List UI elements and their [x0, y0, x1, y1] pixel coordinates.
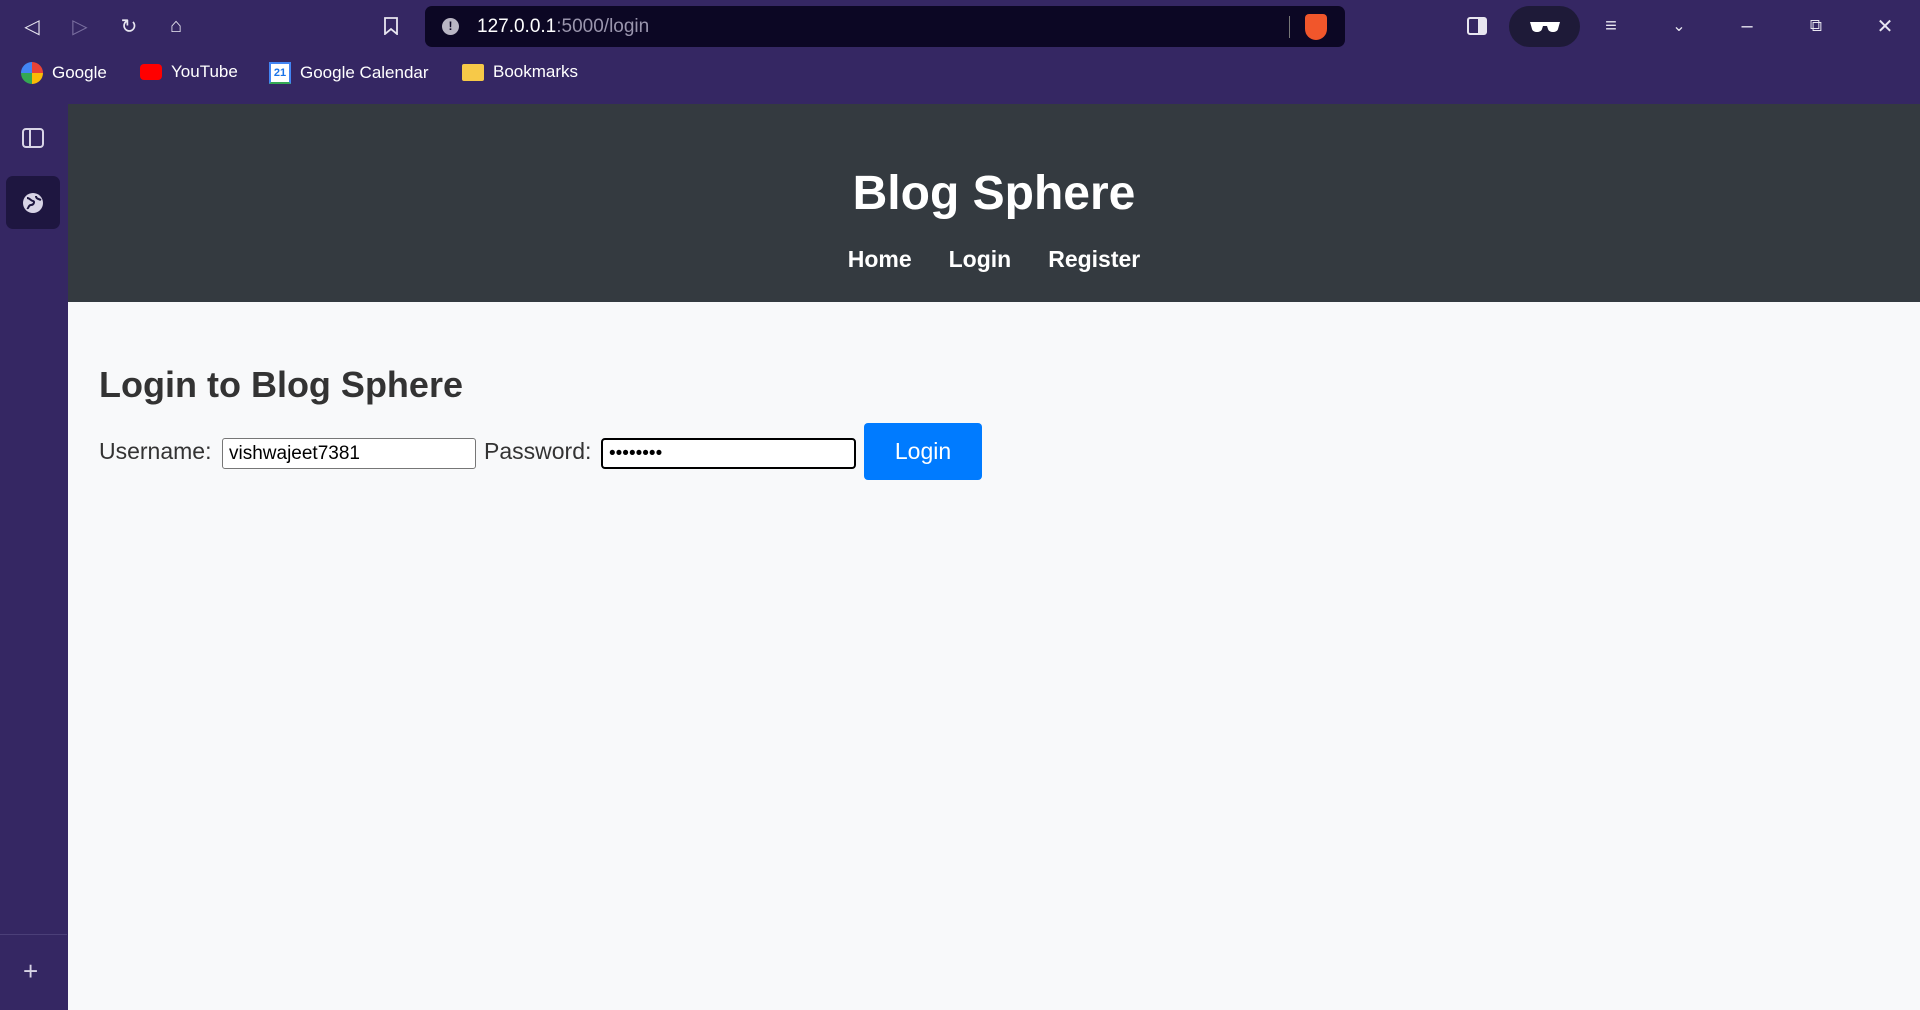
info-icon[interactable]: !	[442, 18, 459, 35]
sidebar-toggle-icon[interactable]	[1465, 14, 1489, 38]
bookmark-label: Google Calendar	[300, 63, 429, 82]
google-icon	[21, 62, 43, 84]
forward-icon[interactable]: ▷	[68, 14, 92, 38]
globe-icon	[23, 193, 43, 213]
tab-search-icon[interactable]: ⌄	[1667, 14, 1691, 38]
brave-shields-icon[interactable]	[1305, 14, 1327, 40]
page-title: Login to Blog Sphere	[99, 364, 463, 405]
back-icon[interactable]: ◁	[20, 14, 44, 38]
bookmark-folder[interactable]: Bookmarks	[462, 62, 578, 82]
password-label: Password:	[484, 438, 592, 464]
bookmark-google[interactable]: Google	[21, 62, 107, 84]
bookmark-youtube[interactable]: YouTube	[140, 62, 238, 82]
browser-sidebar: +	[0, 104, 67, 1010]
username-input[interactable]	[222, 438, 476, 469]
reload-icon[interactable]: ↻	[117, 14, 141, 38]
youtube-icon	[140, 64, 162, 80]
sidebar-item-web[interactable]	[6, 176, 60, 229]
bookmark-google-calendar[interactable]: 21 Google Calendar	[269, 62, 429, 84]
login-button[interactable]: Login	[864, 423, 982, 480]
site-title: Blog Sphere	[852, 167, 1136, 220]
divider	[0, 934, 67, 935]
divider	[1289, 16, 1290, 38]
nav-register[interactable]: Register	[1048, 246, 1140, 273]
restore-icon[interactable]: ⧉	[1804, 14, 1828, 38]
address-bar[interactable]: ! 127.0.0.1:5000/login	[425, 6, 1345, 47]
home-icon[interactable]: ⌂	[164, 14, 188, 38]
site-nav: Home Login Register	[68, 246, 1920, 273]
calendar-icon: 21	[269, 62, 291, 84]
minimize-icon[interactable]: –	[1735, 14, 1759, 38]
bookmark-label: Google	[52, 63, 107, 82]
password-input[interactable]	[601, 438, 856, 469]
sidebar-panel-icon[interactable]	[22, 128, 44, 153]
url-text: 127.0.0.1:5000/login	[477, 16, 650, 37]
nav-home[interactable]: Home	[848, 246, 912, 273]
username-label: Username:	[99, 438, 212, 464]
close-icon[interactable]: ✕	[1873, 14, 1897, 38]
private-window-button[interactable]	[1509, 6, 1580, 47]
nav-login[interactable]: Login	[949, 246, 1012, 273]
bookmark-label: YouTube	[171, 62, 238, 81]
folder-icon	[462, 63, 484, 81]
add-icon[interactable]: +	[23, 956, 38, 987]
menu-icon[interactable]: ≡	[1599, 14, 1623, 38]
bookmark-label: Bookmarks	[493, 62, 579, 81]
glasses-icon	[1529, 21, 1560, 32]
bookmark-icon[interactable]	[379, 14, 403, 38]
site-header: Blog Sphere Home Login Register	[68, 104, 1920, 302]
web-page: Blog Sphere Home Login Register Login to…	[68, 104, 1920, 1010]
